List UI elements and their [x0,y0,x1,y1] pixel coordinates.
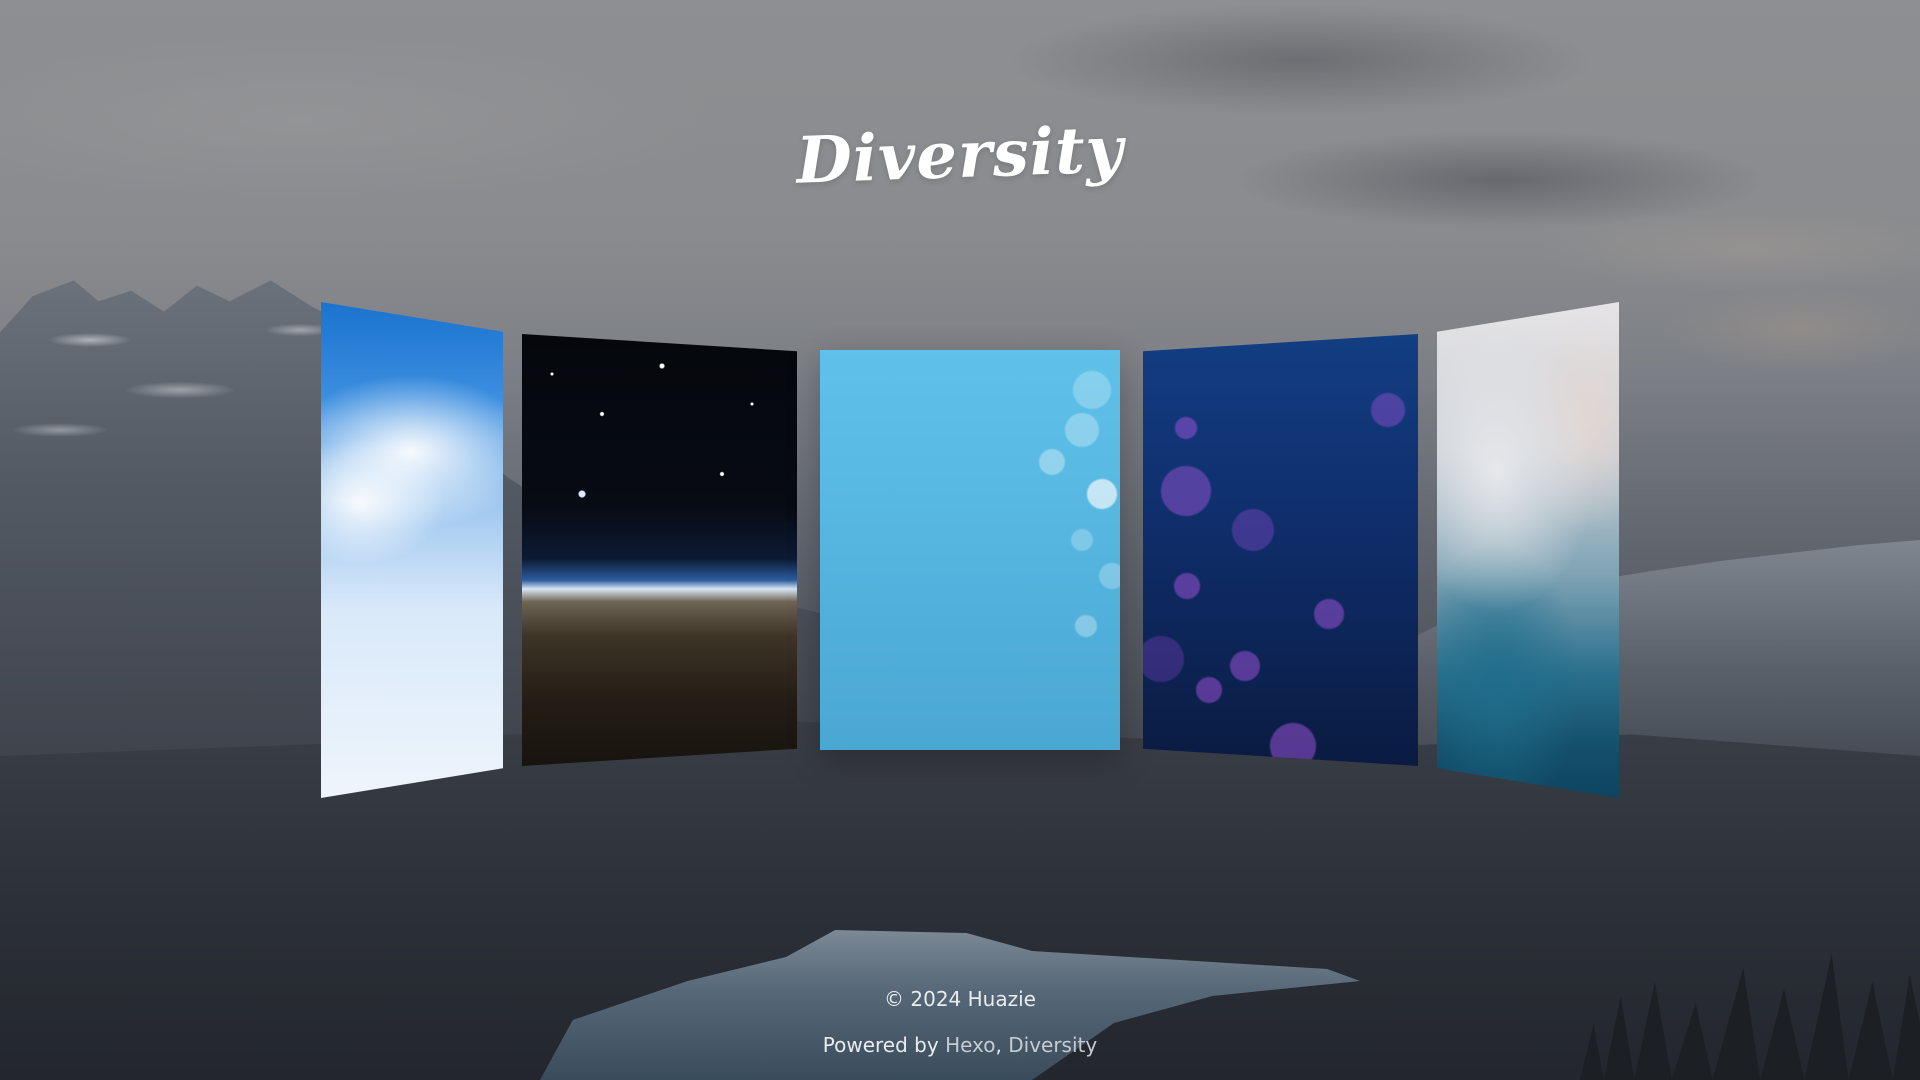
theme-card-light-blue-bokeh[interactable] [820,350,1120,750]
footer-separator: , [995,1033,1009,1057]
theme-card-misty-teal[interactable] [1437,302,1619,798]
footer-powered-prefix: Powered by [822,1033,946,1057]
theme-card-deep-blue-bubbles[interactable] [1143,334,1418,766]
theme-card-space-earth[interactable] [522,334,797,766]
hexo-link[interactable]: Hexo [945,1033,995,1057]
footer-powered-by: Powered by Hexo, Diversity [0,1033,1920,1057]
page: Diversity © 2024 Huazie Powered by Hexo,… [0,0,1920,1080]
theme-card-sky-clouds[interactable] [321,302,503,798]
diversity-link[interactable]: Diversity [1008,1033,1097,1057]
footer-copyright: © 2024 Huazie [884,987,1036,1011]
